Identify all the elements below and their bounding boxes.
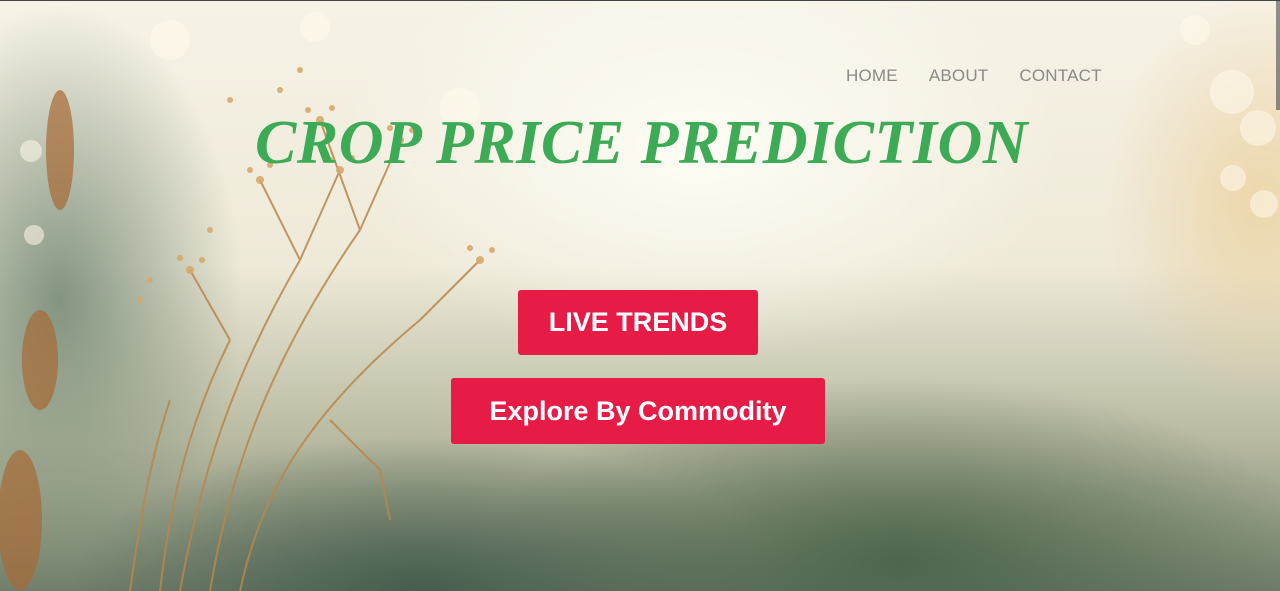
- nav-home-link[interactable]: HOME: [846, 66, 898, 86]
- top-nav: HOME ABOUT CONTACT: [846, 66, 1102, 86]
- nav-contact-link[interactable]: CONTACT: [1019, 66, 1101, 86]
- scrollbar[interactable]: [1276, 0, 1280, 110]
- live-trends-button[interactable]: LIVE TRENDS: [518, 290, 758, 355]
- nav-about-link[interactable]: ABOUT: [929, 66, 989, 86]
- page-title: CROP PRICE PREDICTION: [255, 109, 1028, 177]
- explore-by-commodity-button[interactable]: Explore By Commodity: [451, 378, 825, 444]
- window-top-border: [0, 0, 1280, 1]
